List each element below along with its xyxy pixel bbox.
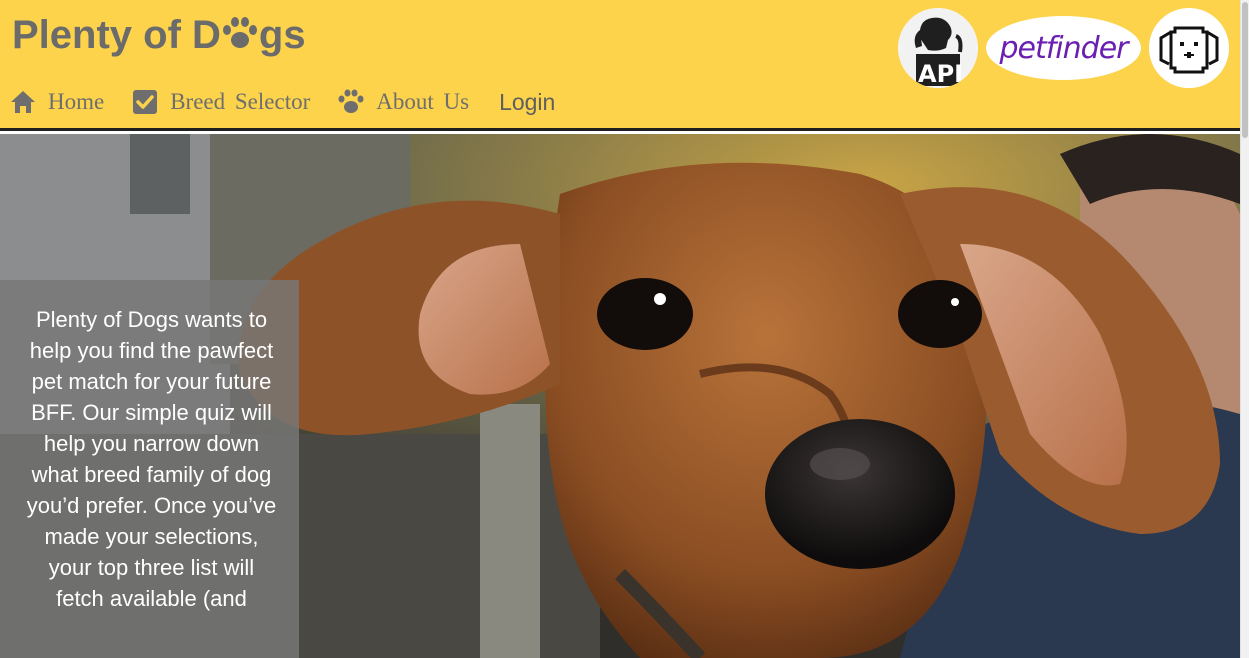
partner-logos: API petfinder — [898, 8, 1229, 88]
intro-panel: Plenty of Dogs wants to help you find th… — [0, 280, 299, 658]
intro-text: Plenty of Dogs wants to help you find th… — [26, 307, 277, 611]
page-scrollbar[interactable] — [1240, 0, 1249, 658]
nav-item-label: Breed Selector — [170, 89, 311, 114]
nav-item-home[interactable]: Home — [10, 89, 104, 115]
api-logo-text: API — [918, 60, 963, 88]
main-nav: Home Breed Selector About Us Login — [10, 84, 555, 120]
site-header: Plenty of D gs Home Breed Selector About… — [0, 0, 1249, 131]
api-dog-logo[interactable]: API — [898, 8, 978, 88]
scrollbar-thumb[interactable] — [1242, 2, 1248, 138]
site-title-part1: Plenty of D — [12, 13, 221, 57]
home-icon — [11, 91, 35, 113]
nav-item-label: Home — [48, 89, 105, 114]
nav-item-breed-selector[interactable]: Breed Selector — [132, 89, 310, 115]
site-title[interactable]: Plenty of D gs — [12, 12, 306, 58]
nav-item-about-us[interactable]: About Us — [338, 89, 469, 115]
paw-icon — [222, 17, 257, 48]
pixel-dog-logo[interactable] — [1149, 8, 1229, 88]
site-title-part2: gs — [258, 13, 306, 57]
pixel-dog-icon — [1149, 8, 1229, 88]
petfinder-logo[interactable]: petfinder — [986, 16, 1141, 80]
petfinder-logo-text: petfinder — [999, 30, 1128, 66]
login-link[interactable]: Login — [499, 89, 555, 116]
nav-item-label: About Us — [376, 89, 470, 114]
paw-icon — [338, 89, 364, 113]
checkbox-icon — [133, 90, 158, 114]
dog-api-icon: API — [898, 8, 978, 88]
